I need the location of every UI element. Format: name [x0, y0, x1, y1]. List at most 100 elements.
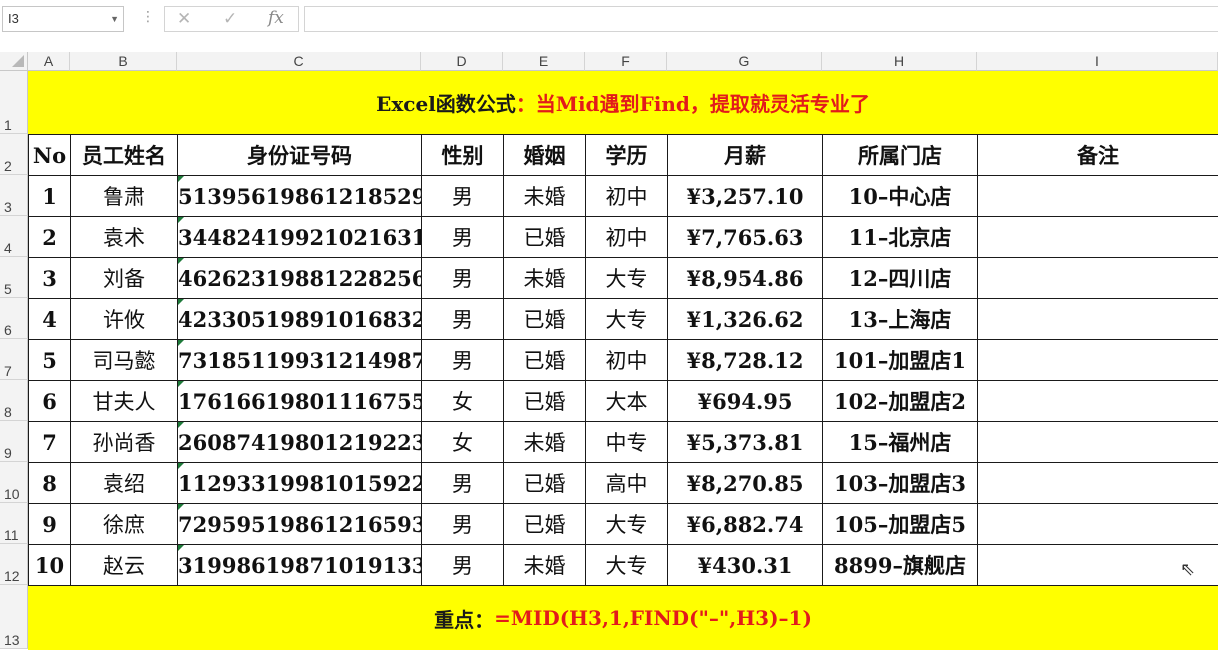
table-cell[interactable]: 5 — [29, 340, 71, 381]
header-cell[interactable]: 学历 — [586, 135, 668, 176]
header-cell[interactable]: 员工姓名 — [71, 135, 178, 176]
table-cell[interactable]: 103–加盟店3 — [823, 463, 978, 504]
row-header-9[interactable]: 9 — [0, 421, 28, 462]
table-cell[interactable]: 462623198812282560 — [178, 258, 422, 299]
table-cell[interactable]: 423305198910168328 — [178, 299, 422, 340]
more-options-icon[interactable]: ⋮ — [141, 9, 155, 25]
table-cell[interactable] — [978, 217, 1218, 258]
table-cell[interactable]: 260874198012192234 — [178, 422, 422, 463]
table-cell[interactable]: 未婚 — [504, 258, 586, 299]
name-box[interactable]: I3 ▼ — [2, 6, 124, 32]
table-cell[interactable]: 高中 — [586, 463, 668, 504]
table-cell[interactable]: 男 — [422, 299, 504, 340]
table-cell[interactable]: 司马懿 — [71, 340, 178, 381]
table-cell[interactable]: 男 — [422, 176, 504, 217]
table-cell[interactable]: 甘夫人 — [71, 381, 178, 422]
chevron-down-icon[interactable]: ▼ — [110, 7, 119, 31]
table-cell[interactable]: 大专 — [586, 258, 668, 299]
table-cell[interactable]: ¥694.95 — [668, 381, 823, 422]
row-header-13[interactable]: 13 — [0, 585, 28, 649]
table-cell[interactable]: 8899–旗舰店 — [823, 545, 978, 586]
table-cell[interactable]: 15–福州店 — [823, 422, 978, 463]
row-header-2[interactable]: 2 — [0, 134, 28, 175]
table-cell[interactable] — [978, 504, 1218, 545]
table-cell[interactable] — [978, 340, 1218, 381]
column-header-a[interactable]: A — [28, 52, 70, 71]
table-cell[interactable]: 初中 — [586, 217, 668, 258]
table-cell[interactable]: 6 — [29, 381, 71, 422]
table-cell[interactable]: 赵云 — [71, 545, 178, 586]
table-cell[interactable]: 初中 — [586, 176, 668, 217]
table-cell[interactable]: 刘备 — [71, 258, 178, 299]
table-cell[interactable] — [978, 299, 1218, 340]
table-cell[interactable]: ¥8,954.86 — [668, 258, 823, 299]
row-header-8[interactable]: 8 — [0, 380, 28, 421]
table-cell[interactable]: 112933199810159222 — [178, 463, 422, 504]
table-cell[interactable]: 已婚 — [504, 217, 586, 258]
table-cell[interactable]: 9 — [29, 504, 71, 545]
table-cell[interactable]: 105–加盟店5 — [823, 504, 978, 545]
table-cell[interactable]: 102–加盟店2 — [823, 381, 978, 422]
table-cell[interactable]: 男 — [422, 217, 504, 258]
insert-function-icon[interactable]: fx — [268, 8, 284, 28]
table-cell[interactable]: 513956198612185290 — [178, 176, 422, 217]
row-header-11[interactable]: 11 — [0, 503, 28, 544]
table-cell[interactable]: 男 — [422, 340, 504, 381]
table-cell[interactable]: 176166198011167552 — [178, 381, 422, 422]
header-cell[interactable]: 婚姻 — [504, 135, 586, 176]
table-cell[interactable]: 男 — [422, 258, 504, 299]
table-cell[interactable]: 10 — [29, 545, 71, 586]
table-cell[interactable]: 袁术 — [71, 217, 178, 258]
column-header-i[interactable]: I — [977, 52, 1218, 71]
column-header-c[interactable]: C — [177, 52, 421, 71]
header-cell[interactable]: 备注 — [978, 135, 1218, 176]
table-cell[interactable]: 729595198612165933 — [178, 504, 422, 545]
header-cell[interactable]: 所属门店 — [823, 135, 978, 176]
table-cell[interactable]: 大本 — [586, 381, 668, 422]
header-cell[interactable]: 月薪 — [668, 135, 823, 176]
confirm-icon[interactable]: ✓ — [223, 9, 237, 29]
table-cell[interactable]: ¥8,270.85 — [668, 463, 823, 504]
column-header-d[interactable]: D — [421, 52, 503, 71]
table-cell[interactable]: 319986198710191338 — [178, 545, 422, 586]
table-cell[interactable]: 344824199210216315 — [178, 217, 422, 258]
table-cell[interactable]: 鲁肃 — [71, 176, 178, 217]
table-cell[interactable]: 已婚 — [504, 463, 586, 504]
title-cell[interactable]: Excel函数公式：当Mid遇到Find，提取就灵活专业了 — [28, 71, 1218, 134]
row-header-7[interactable]: 7 — [0, 339, 28, 380]
table-cell[interactable]: 12–四川店 — [823, 258, 978, 299]
footer-formula-cell[interactable]: 重点：=MID(H3,1,FIND("–",H3)–1) — [28, 586, 1218, 650]
header-cell[interactable]: No — [29, 135, 71, 176]
column-header-e[interactable]: E — [503, 52, 585, 71]
table-cell[interactable]: 大专 — [586, 299, 668, 340]
column-header-b[interactable]: B — [70, 52, 177, 71]
table-cell[interactable] — [978, 258, 1218, 299]
table-cell[interactable]: 徐庶 — [71, 504, 178, 545]
table-cell[interactable]: 中专 — [586, 422, 668, 463]
table-cell[interactable]: ¥5,373.81 — [668, 422, 823, 463]
row-header-3[interactable]: 3 — [0, 175, 28, 216]
column-header-h[interactable]: H — [822, 52, 977, 71]
table-cell[interactable]: ¥430.31 — [668, 545, 823, 586]
table-cell[interactable]: ¥6,882.74 — [668, 504, 823, 545]
table-cell[interactable]: 女 — [422, 422, 504, 463]
table-cell[interactable]: 8 — [29, 463, 71, 504]
row-header-4[interactable]: 4 — [0, 216, 28, 257]
table-cell[interactable]: 未婚 — [504, 176, 586, 217]
table-cell[interactable]: 女 — [422, 381, 504, 422]
table-cell[interactable]: ¥1,326.62 — [668, 299, 823, 340]
table-cell[interactable]: ¥8,728.12 — [668, 340, 823, 381]
table-cell[interactable] — [978, 176, 1218, 217]
table-cell[interactable]: 男 — [422, 545, 504, 586]
table-cell[interactable]: 孙尚香 — [71, 422, 178, 463]
row-header-5[interactable]: 5 — [0, 257, 28, 298]
table-cell[interactable]: 初中 — [586, 340, 668, 381]
table-cell[interactable]: 101–加盟店1 — [823, 340, 978, 381]
table-cell[interactable]: 大专 — [586, 504, 668, 545]
table-cell[interactable]: 未婚 — [504, 422, 586, 463]
table-cell[interactable]: ¥3,257.10 — [668, 176, 823, 217]
table-cell[interactable]: 大专 — [586, 545, 668, 586]
table-cell[interactable]: 10–中心店 — [823, 176, 978, 217]
table-cell[interactable]: 许攸 — [71, 299, 178, 340]
table-cell[interactable]: 3 — [29, 258, 71, 299]
